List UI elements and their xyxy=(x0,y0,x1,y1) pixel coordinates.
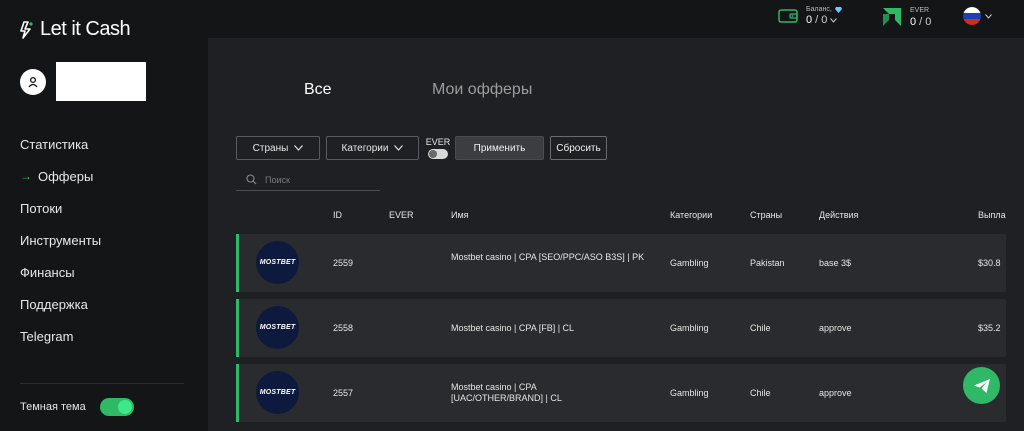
table-header: ID EVER Имя Категории Страны Действия Вы… xyxy=(236,208,1024,224)
user-icon xyxy=(28,76,38,87)
row-category: Gambling xyxy=(670,258,709,268)
ever-filter-label: EVER xyxy=(425,137,451,147)
column-header-action[interactable]: Действия xyxy=(819,210,858,220)
search-icon xyxy=(246,174,257,185)
logo-icon xyxy=(20,20,33,39)
telegram-plane-icon xyxy=(973,378,990,393)
sidebar-item-finances[interactable]: Финансы xyxy=(20,256,101,288)
language-selector[interactable] xyxy=(963,7,992,25)
chevron-down-icon xyxy=(394,145,404,151)
sidebar-item-tools[interactable]: Инструменты xyxy=(20,224,101,256)
sidebar-divider xyxy=(20,383,184,384)
brand-logo: MOSTBET xyxy=(256,371,299,414)
ever-filter-toggle[interactable] xyxy=(428,149,448,159)
row-payout: $30.8 xyxy=(978,258,1001,268)
row-id: 2558 xyxy=(333,323,354,333)
diamond-icon xyxy=(834,6,842,13)
table-row[interactable]: MOSTBET 2557 Mostbet casino | CPA [UAC/O… xyxy=(236,364,1006,422)
russia-flag-icon xyxy=(963,7,981,25)
theme-toggle-knob xyxy=(117,400,132,414)
row-action: approve xyxy=(819,323,852,333)
reset-button[interactable]: Сбросить xyxy=(550,136,607,160)
ever-separator: / xyxy=(916,15,926,28)
app-root: Let it Cash Статистика → Офферы Потоки Ин… xyxy=(0,0,1024,431)
row-name: Mostbet casino | CPA [SEO/PPC/ASO B3S] |… xyxy=(451,252,645,262)
row-name: Mostbet casino | CPA [FB] | CL xyxy=(451,323,575,333)
balance-separator: / xyxy=(812,14,822,26)
column-header-country[interactable]: Страны xyxy=(750,210,782,220)
tab-my-offers[interactable]: Мои офферы xyxy=(432,81,532,99)
row-country: Chile xyxy=(750,323,771,333)
balance-label: Баланс, xyxy=(806,6,832,13)
row-category: Gambling xyxy=(670,388,709,398)
countries-dropdown-label: Страны xyxy=(252,142,289,154)
sidebar-item-statistics[interactable]: Статистика xyxy=(20,128,101,160)
table-row[interactable]: MOSTBET 2559 Mostbet casino | CPA [SEO/P… xyxy=(236,234,1006,292)
user-block[interactable] xyxy=(20,62,146,101)
categories-dropdown-label: Категории xyxy=(341,142,389,154)
row-id: 2557 xyxy=(333,388,354,398)
column-header-ever[interactable]: EVER xyxy=(389,210,414,220)
avatar[interactable] xyxy=(20,68,46,95)
row-action: base 3$ xyxy=(819,258,852,268)
row-category: Gambling xyxy=(670,323,709,333)
chevron-down-icon xyxy=(294,145,304,151)
telegram-fab-button[interactable] xyxy=(963,367,1000,404)
sidebar-nav: Статистика → Офферы Потоки Инструменты Фи… xyxy=(20,128,101,352)
tab-all[interactable]: Все xyxy=(304,81,332,99)
filters-bar: Страны Категории EVER Применить Сбросить xyxy=(236,136,607,160)
row-country: Chile xyxy=(750,388,771,398)
sidebar-item-streams[interactable]: Потоки xyxy=(20,192,101,224)
ever-widget[interactable]: EVER 0 / 0 xyxy=(880,5,931,29)
balance-widget[interactable]: Баланс, 0 / 0 xyxy=(778,6,842,26)
theme-toggle[interactable] xyxy=(99,398,134,416)
search-input[interactable] xyxy=(265,174,375,185)
column-header-name[interactable]: Имя xyxy=(451,210,469,220)
ever-filter: EVER xyxy=(425,137,451,159)
countries-dropdown[interactable]: Страны xyxy=(236,136,320,160)
active-arrow-icon: → xyxy=(20,169,32,183)
chevron-down-icon xyxy=(830,18,838,23)
brand-logo: MOSTBET xyxy=(256,241,299,284)
apply-button[interactable]: Применить xyxy=(455,136,544,160)
search-box xyxy=(236,169,380,191)
logo[interactable]: Let it Cash xyxy=(18,18,131,41)
balance-value-secondary: 0 xyxy=(821,14,828,26)
theme-switch: Темная тема xyxy=(20,398,134,416)
main-content: Все Мои офферы Страны Категории EVER При… xyxy=(208,38,1024,431)
table-row[interactable]: MOSTBET 2558 Mostbet casino | CPA [FB] |… xyxy=(236,299,1006,357)
user-name-redacted xyxy=(56,62,146,101)
chevron-down-icon xyxy=(985,13,992,19)
row-action: approve xyxy=(819,388,852,398)
row-name: Mostbet casino | CPA [UAC/OTHER/BRAND] |… xyxy=(451,382,562,403)
categories-dropdown[interactable]: Категории xyxy=(326,136,419,160)
column-header-id[interactable]: ID xyxy=(333,210,342,220)
row-payout: $35.2 xyxy=(978,323,1001,333)
sidebar-item-telegram[interactable]: Telegram xyxy=(20,320,101,352)
sidebar-item-offers[interactable]: → Офферы xyxy=(20,160,101,192)
row-id: 2559 xyxy=(333,258,354,268)
sidebar-item-support[interactable]: Поддержка xyxy=(20,288,101,320)
ever-value-secondary: 0 xyxy=(925,15,932,28)
logo-text: Let it Cash xyxy=(40,18,131,40)
ever-label: EVER xyxy=(910,6,930,14)
column-header-category[interactable]: Категории xyxy=(670,210,712,220)
ever-filter-toggle-knob xyxy=(429,150,437,158)
sidebar: Let it Cash Статистика → Офферы Потоки Ин… xyxy=(0,0,208,431)
ever-icon xyxy=(883,8,901,26)
wallet-icon xyxy=(778,9,798,23)
brand-logo: MOSTBET xyxy=(256,306,299,349)
column-header-payout[interactable]: Выпла xyxy=(978,210,1006,220)
topbar: Баланс, 0 / 0 EVER 0 / 0 xyxy=(208,0,1024,38)
row-country: Pakistan xyxy=(750,258,785,268)
theme-label: Темная тема xyxy=(20,401,86,413)
